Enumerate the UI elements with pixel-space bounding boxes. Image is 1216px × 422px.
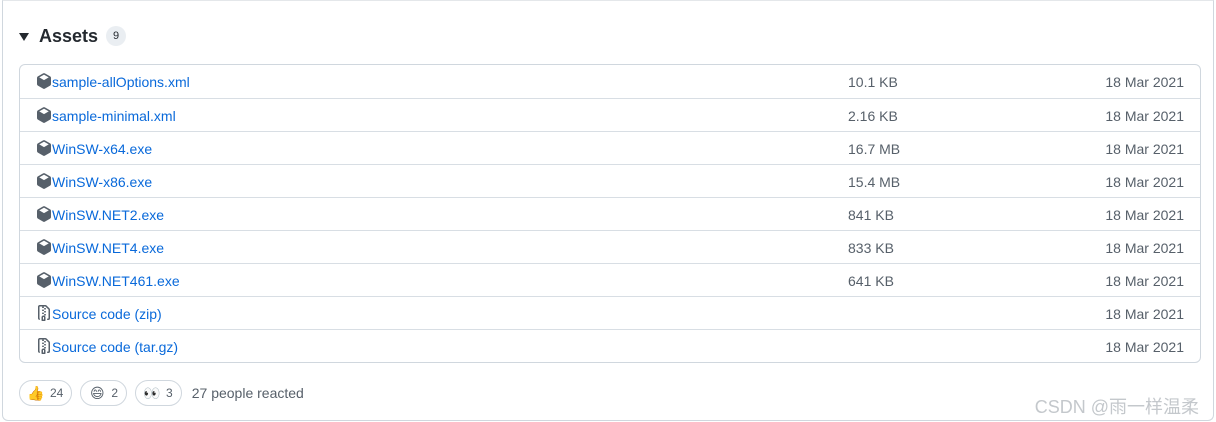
asset-row: WinSW.NET2.exe 841 KB 18 Mar 2021 (20, 197, 1200, 230)
asset-row: Source code (tar.gz) 18 Mar 2021 (20, 329, 1200, 362)
reaction-count: 2 (111, 386, 119, 400)
asset-row: sample-minimal.xml 2.16 KB 18 Mar 2021 (20, 98, 1200, 131)
asset-row: WinSW.NET461.exe 641 KB 18 Mar 2021 (20, 263, 1200, 296)
reaction-thumbs-up-button[interactable]: 👍 24 (19, 380, 73, 406)
asset-link[interactable]: WinSW-x64.exe (52, 141, 152, 157)
assets-title: Assets (39, 25, 99, 46)
smile-icon: 😄 (90, 385, 105, 401)
asset-link[interactable]: WinSW.NET2.exe (52, 207, 164, 223)
asset-row: Source code (zip) 18 Mar 2021 (20, 296, 1200, 329)
asset-link[interactable]: WinSW.NET4.exe (52, 240, 164, 256)
file-zip-icon (38, 305, 50, 321)
package-icon (37, 173, 51, 189)
file-zip-icon (38, 338, 50, 354)
asset-size: 641 KB (848, 273, 894, 289)
release-card: Assets 9 sample-allOptions.xml 10.1 KB 1… (2, 0, 1214, 421)
thumbs-up-icon: 👍 (27, 385, 45, 401)
reaction-count: 3 (166, 386, 173, 400)
asset-date: 18 Mar 2021 (1105, 306, 1184, 322)
asset-link[interactable]: Source code (zip) (52, 306, 162, 322)
asset-date: 18 Mar 2021 (1105, 74, 1184, 90)
asset-link[interactable]: sample-allOptions.xml (52, 74, 190, 90)
asset-date: 18 Mar 2021 (1105, 108, 1184, 124)
caret-down-icon[interactable] (19, 33, 29, 41)
asset-date: 18 Mar 2021 (1105, 240, 1184, 256)
asset-size: 15.4 MB (848, 174, 901, 190)
assets-count-badge: 9 (106, 26, 127, 46)
reaction-smile-button[interactable]: 😄 2 (80, 380, 128, 406)
reaction-count: 24 (50, 386, 64, 400)
asset-size: 841 KB (848, 207, 894, 223)
asset-size: 16.7 MB (848, 141, 901, 157)
asset-link[interactable]: WinSW.NET461.exe (52, 273, 180, 289)
asset-link[interactable]: WinSW-x86.exe (52, 174, 152, 190)
eyes-icon: 👀 (143, 385, 161, 401)
asset-row: WinSW-x64.exe 16.7 MB 18 Mar 2021 (20, 131, 1200, 164)
asset-date: 18 Mar 2021 (1105, 141, 1184, 157)
asset-link[interactable]: Source code (tar.gz) (52, 339, 178, 355)
package-icon (37, 107, 51, 123)
asset-row: sample-allOptions.xml 10.1 KB 18 Mar 202… (20, 65, 1200, 98)
assets-header[interactable]: Assets 9 (19, 23, 127, 49)
asset-row: WinSW-x86.exe 15.4 MB 18 Mar 2021 (20, 164, 1200, 197)
asset-date: 18 Mar 2021 (1105, 207, 1184, 223)
asset-size: 2.16 KB (848, 108, 898, 124)
asset-row: WinSW.NET4.exe 833 KB 18 Mar 2021 (20, 230, 1200, 263)
asset-size: 10.1 KB (848, 74, 898, 90)
asset-list: sample-allOptions.xml 10.1 KB 18 Mar 202… (19, 64, 1201, 363)
reaction-eyes-button[interactable]: 👀 3 (135, 380, 182, 406)
package-icon (37, 272, 51, 288)
package-icon (37, 206, 51, 222)
asset-date: 18 Mar 2021 (1105, 174, 1184, 190)
asset-date: 18 Mar 2021 (1105, 273, 1184, 289)
reactions-bar: 👍 24 😄 2 👀 3 27 people reacted (19, 380, 304, 406)
watermark: CSDN @雨一样温柔 (1034, 397, 1199, 417)
asset-date: 18 Mar 2021 (1105, 339, 1184, 355)
package-icon (37, 73, 51, 89)
package-icon (37, 239, 51, 255)
package-icon (37, 140, 51, 156)
reactions-summary: 27 people reacted (191, 385, 304, 401)
asset-link[interactable]: sample-minimal.xml (52, 108, 176, 124)
asset-size: 833 KB (848, 240, 894, 256)
